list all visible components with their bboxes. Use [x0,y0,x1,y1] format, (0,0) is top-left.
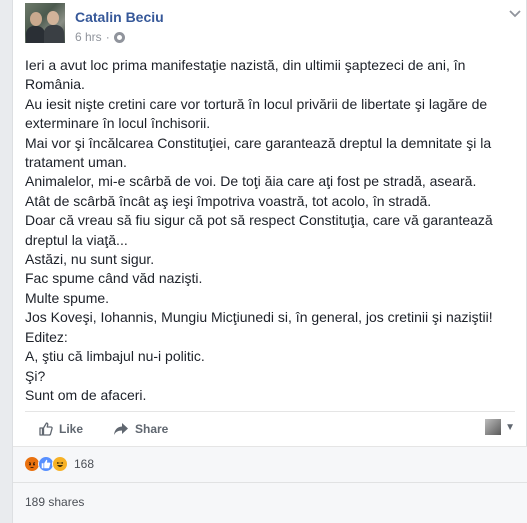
shares-bar: 189 shares [13,482,527,523]
globe-icon[interactable] [113,31,125,43]
haha-icon [52,456,68,472]
post-line: A, ştiu că limbajul nu-i politic. [25,348,205,365]
post-line: tratament uman. [25,154,127,171]
reaction-count: 168 [74,457,95,471]
author-avatar[interactable] [25,3,65,43]
reactions-summary[interactable]: 168 [24,456,94,472]
caret-down-icon: ▼ [505,421,515,433]
post-card: Catalin Beciu 6 hrs · Ieri a avut loc pr… [12,0,527,523]
post-line: Jos Koveşi, Iohannis, Mungiu Micţiunedi … [25,309,493,326]
post-line: Astăzi, nu sunt sigur. [25,251,155,268]
share-label: Share [135,422,169,436]
like-button[interactable]: Like [39,415,83,443]
post-as-selector[interactable]: ▼ [485,419,515,435]
post-line: Atât de scârbă încât aş ieşi împotriva v… [25,192,432,209]
post-line: Fac spume când văd nazişti. [25,270,203,287]
post-header: Catalin Beciu 6 hrs · [25,3,505,47]
post-line: exterminare în locul închisorii. [25,115,211,132]
post-line: Animalelor, mi-e scârbă de voi. De toţi … [25,173,477,190]
chevron-down-icon[interactable] [507,8,523,20]
share-arrow-icon [113,422,129,436]
post-meta: 6 hrs · [75,30,125,44]
share-button[interactable]: Share [113,415,168,443]
post-line: Mai vor şi încălcarea Constituţiei, care… [25,134,492,151]
author-name[interactable]: Catalin Beciu [75,9,164,25]
thumbs-up-icon [39,422,53,436]
divider [25,411,515,412]
reactions-bar: 168 [13,446,527,482]
post-line: Sunt om de afaceri. [25,386,147,403]
post-line: dreptul la viaţă... [25,231,128,248]
post-line: Au iesit nişte cretini care vor tortură … [25,95,488,112]
post-line: Editez: [25,328,68,345]
viewer-avatar [485,419,502,435]
meta-separator: · [105,30,110,44]
post-line: Ieri a avut loc prima manifestaţie nazis… [25,57,466,73]
post-line: Doar că vreau să fiu sigur că pot să res… [25,212,493,229]
post-text: Ieri a avut loc prima manifestaţie nazis… [25,56,515,405]
post-actions: Like Share ▼ [25,415,515,443]
post-line: Şi? [25,367,46,384]
post-line: Multe spume. [25,289,110,306]
post-line: România. [25,76,85,93]
shares-count[interactable]: 189 shares [25,495,84,509]
like-label: Like [59,422,84,436]
post-time[interactable]: 6 hrs [75,30,102,44]
